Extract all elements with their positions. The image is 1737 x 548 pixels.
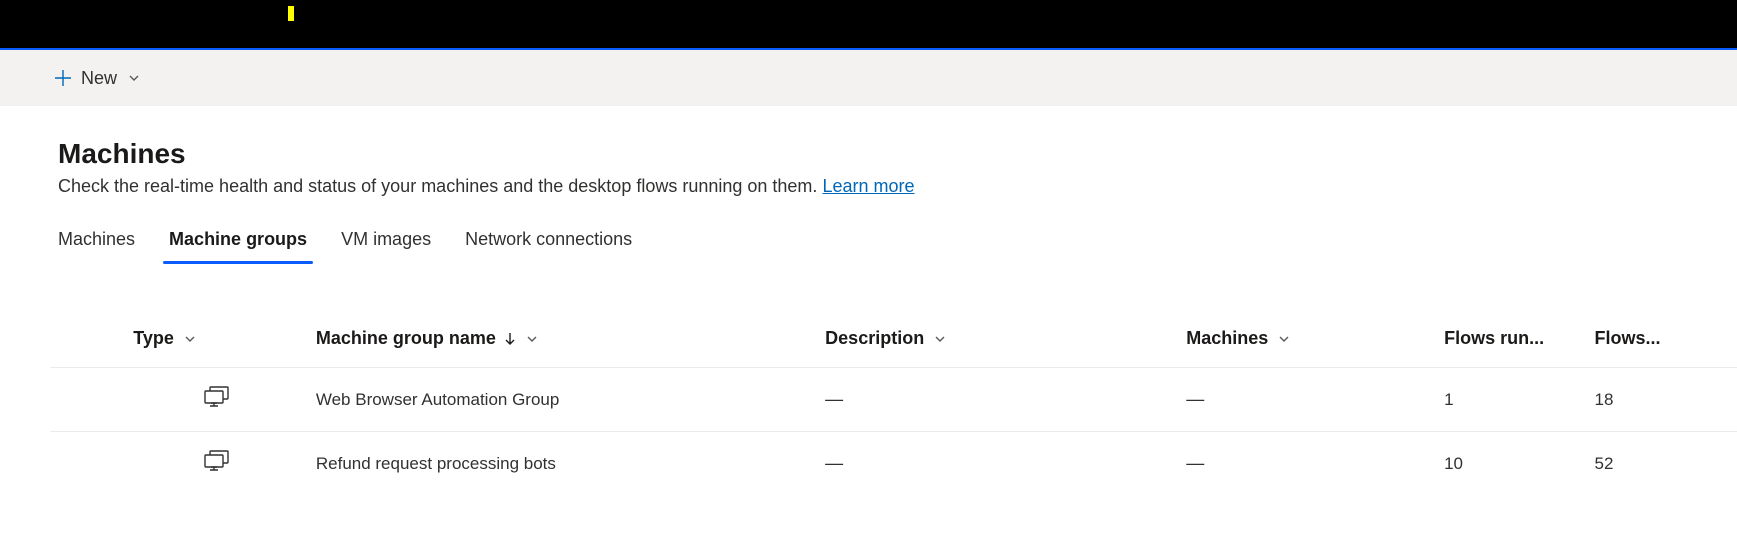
col-header-flows-queued[interactable]: Flows...: [1587, 318, 1737, 368]
machine-group-icon: [204, 450, 230, 472]
tabs: Machines Machine groups VM images Networ…: [58, 223, 1679, 262]
page-description: Check the real-time health and status of…: [58, 176, 1679, 197]
machine-group-icon: [204, 386, 230, 408]
row-flows-running-cell: 10: [1436, 432, 1586, 496]
plus-icon: [54, 69, 72, 87]
command-bar: New: [0, 50, 1737, 106]
tab-network-connections[interactable]: Network connections: [465, 223, 632, 262]
machine-groups-table-wrap: Type Machine group name: [50, 318, 1737, 495]
row-machines-cell: —: [1178, 432, 1436, 496]
page-title: Machines: [58, 138, 1679, 170]
row-flows-running-cell: 1: [1436, 368, 1586, 432]
row-flows-queued-cell: 18: [1587, 368, 1737, 432]
row-machines-cell: —: [1178, 368, 1436, 432]
col-header-label: Flows run...: [1444, 328, 1544, 348]
cursor-indicator: [288, 6, 294, 21]
row-description-cell: —: [817, 368, 1178, 432]
chevron-down-icon: [526, 333, 538, 345]
table-row[interactable]: Refund request processing bots — — 10 52: [50, 432, 1737, 496]
table-header-row: Type Machine group name: [50, 318, 1737, 368]
row-select-cell[interactable]: [50, 368, 125, 432]
col-header-label: Type: [133, 328, 174, 349]
tab-vm-images[interactable]: VM images: [341, 223, 431, 262]
chevron-down-icon: [184, 333, 196, 345]
col-header-label: Machine group name: [316, 328, 496, 349]
machine-group-link[interactable]: Web Browser Automation Group: [316, 390, 559, 409]
col-header-name[interactable]: Machine group name: [308, 318, 817, 368]
tab-label: Network connections: [465, 229, 632, 249]
row-select-cell[interactable]: [50, 432, 125, 496]
tab-machine-groups[interactable]: Machine groups: [169, 223, 307, 262]
row-type-cell: [125, 432, 308, 496]
col-header-select: [50, 318, 125, 368]
new-button-label: New: [81, 68, 117, 89]
col-header-type[interactable]: Type: [125, 318, 308, 368]
table-row[interactable]: Web Browser Automation Group — — 1 18: [50, 368, 1737, 432]
tab-label: Machines: [58, 229, 135, 249]
tab-label: Machine groups: [169, 229, 307, 249]
row-name-cell[interactable]: Refund request processing bots: [308, 432, 817, 496]
col-header-label: Flows...: [1595, 328, 1661, 348]
col-header-description[interactable]: Description: [817, 318, 1178, 368]
chevron-down-icon: [128, 72, 140, 84]
learn-more-link[interactable]: Learn more: [822, 176, 914, 196]
chevron-down-icon: [934, 333, 946, 345]
machine-groups-table: Type Machine group name: [50, 318, 1737, 495]
machine-group-link[interactable]: Refund request processing bots: [316, 454, 556, 473]
new-button[interactable]: New: [54, 68, 140, 89]
col-header-flows-running[interactable]: Flows run...: [1436, 318, 1586, 368]
page-content: Machines Check the real-time health and …: [0, 106, 1737, 495]
col-header-label: Description: [825, 328, 924, 349]
row-type-cell: [125, 368, 308, 432]
tab-machines[interactable]: Machines: [58, 223, 135, 262]
row-flows-queued-cell: 52: [1587, 432, 1737, 496]
row-description-cell: —: [817, 432, 1178, 496]
app-header-bar: [0, 0, 1737, 48]
sort-arrow-down-icon: [504, 332, 516, 346]
chevron-down-icon: [1278, 333, 1290, 345]
col-header-label: Machines: [1186, 328, 1268, 349]
col-header-machines[interactable]: Machines: [1178, 318, 1436, 368]
row-name-cell[interactable]: Web Browser Automation Group: [308, 368, 817, 432]
page-description-text: Check the real-time health and status of…: [58, 176, 822, 196]
tab-label: VM images: [341, 229, 431, 249]
